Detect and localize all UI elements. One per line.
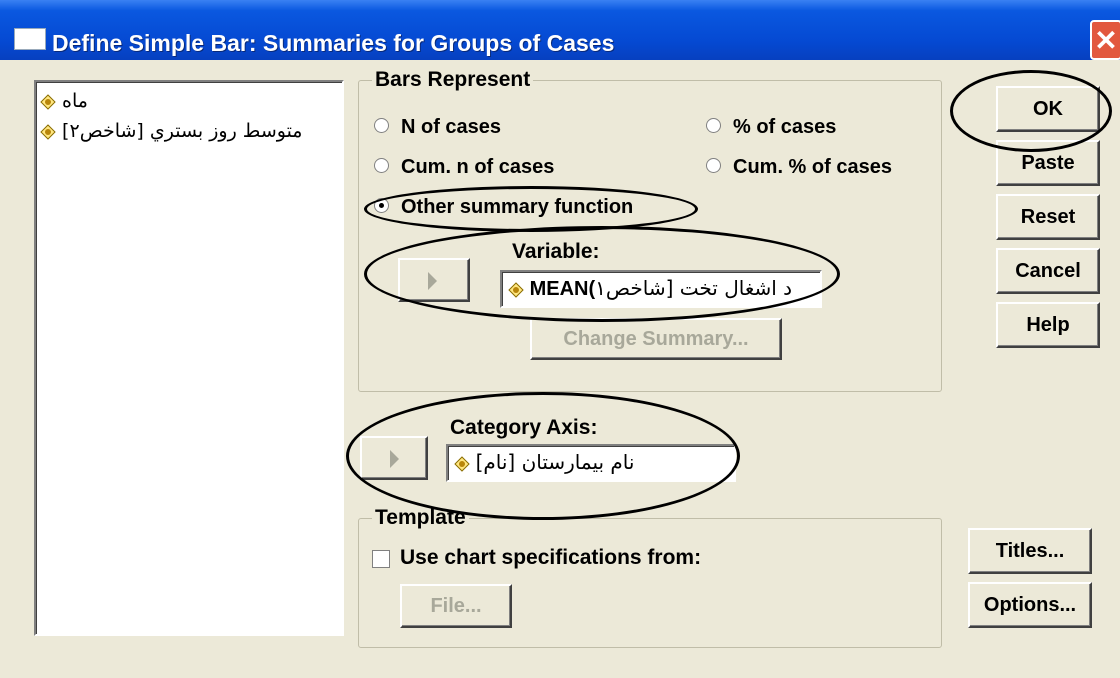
help-button[interactable]: Help bbox=[996, 302, 1100, 348]
title-bar[interactable]: Define Simple Bar: Summaries for Groups … bbox=[0, 0, 1120, 60]
close-icon[interactable]: ✕ bbox=[1090, 20, 1120, 60]
highlight-other-summary bbox=[364, 186, 698, 232]
radio-n-of-cases[interactable]: N of cases bbox=[374, 116, 501, 139]
radio-percent-of-cases[interactable]: % of cases bbox=[706, 116, 836, 139]
radio-circle bbox=[374, 118, 389, 134]
radio-label: Cum. % of cases bbox=[733, 156, 892, 178]
window-title: Define Simple Bar: Summaries for Groups … bbox=[52, 30, 615, 56]
options-button[interactable]: Options... bbox=[968, 582, 1092, 628]
radio-circle bbox=[374, 158, 389, 174]
use-chart-specs-checkbox[interactable] bbox=[372, 550, 390, 568]
highlight-ok bbox=[950, 70, 1112, 152]
variable-list[interactable]: ماه متوسط روز بستري [شاخص۲] bbox=[34, 80, 344, 636]
radio-circle bbox=[706, 158, 721, 174]
use-chart-specs-label: Use chart specifications from: bbox=[400, 546, 702, 569]
template-group bbox=[358, 518, 942, 648]
radio-label: % of cases bbox=[733, 116, 837, 138]
radio-circle bbox=[706, 118, 721, 134]
bars-represent-legend: Bars Represent bbox=[372, 68, 534, 92]
scale-variable-icon bbox=[40, 123, 56, 140]
cancel-button[interactable]: Cancel bbox=[996, 248, 1100, 294]
radio-cum-percent-of-cases[interactable]: Cum. % of cases bbox=[706, 156, 892, 179]
file-button[interactable]: File... bbox=[400, 584, 512, 628]
reset-button[interactable]: Reset bbox=[996, 194, 1100, 240]
radio-cum-n-of-cases[interactable]: Cum. n of cases bbox=[374, 156, 554, 179]
scale-variable-icon bbox=[40, 93, 56, 110]
list-item-label: متوسط روز بستري [شاخص۲] bbox=[62, 120, 303, 142]
radio-label: N of cases bbox=[401, 116, 502, 138]
titles-button[interactable]: Titles... bbox=[968, 528, 1092, 574]
list-item-label: ماه bbox=[62, 90, 88, 112]
list-item[interactable]: متوسط روز بستري [شاخص۲] bbox=[40, 120, 302, 142]
highlight-variable bbox=[364, 226, 840, 322]
radio-label: Cum. n of cases bbox=[401, 156, 555, 178]
list-item[interactable]: ماه bbox=[40, 90, 88, 112]
app-icon bbox=[14, 28, 46, 50]
highlight-category-axis bbox=[346, 392, 740, 520]
change-summary-button[interactable]: Change Summary... bbox=[530, 318, 782, 360]
